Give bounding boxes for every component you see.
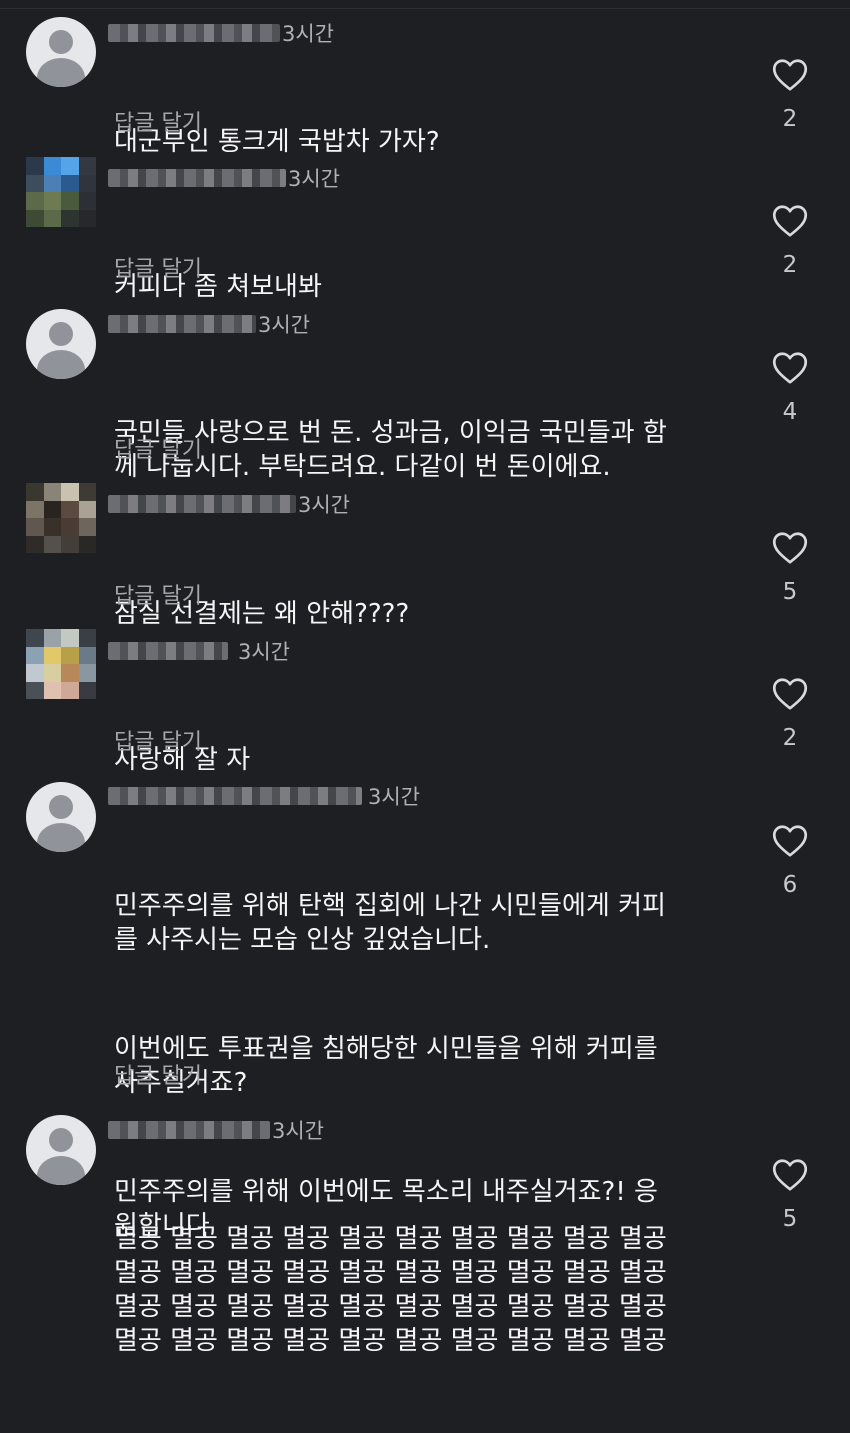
heart-outline-icon[interactable]: [772, 677, 808, 711]
heart-outline-icon[interactable]: [772, 824, 808, 858]
avatar[interactable]: [26, 483, 96, 553]
like-count: 2: [782, 725, 798, 751]
username-redacted[interactable]: [108, 495, 296, 513]
username-redacted[interactable]: [108, 642, 228, 660]
avatar[interactable]: [26, 17, 96, 87]
reply-button[interactable]: 답글 달기: [114, 251, 202, 283]
like-control[interactable]: 2: [770, 677, 810, 751]
person-icon: [49, 1128, 73, 1152]
comment-text: 멸공 멸공 멸공 멸공 멸공 멸공 멸공 멸공 멸공 멸공 멸공 멸공 멸공 멸…: [114, 1224, 667, 1356]
heart-outline-icon[interactable]: [772, 351, 808, 385]
comment-meta: 3시간: [108, 20, 334, 46]
avatar[interactable]: [26, 157, 96, 227]
like-control[interactable]: 5: [770, 1158, 810, 1232]
like-control[interactable]: 4: [770, 351, 810, 425]
username-redacted[interactable]: [108, 1121, 270, 1139]
avatar[interactable]: [26, 1115, 96, 1185]
timestamp: 3시간: [258, 313, 311, 337]
avatar[interactable]: [26, 309, 96, 379]
comment-meta: 3시간: [108, 638, 290, 664]
like-control[interactable]: 5: [770, 531, 810, 605]
comment-meta: 3시간: [108, 165, 340, 191]
person-icon: [49, 322, 73, 346]
like-count: 2: [782, 252, 798, 278]
comment-meta: 3시간: [108, 1117, 324, 1143]
like-count: 2: [782, 106, 798, 132]
top-divider: [0, 8, 850, 9]
avatar[interactable]: [26, 629, 96, 699]
reply-button[interactable]: 답글 달기: [114, 432, 202, 464]
person-icon: [49, 30, 73, 54]
username-redacted[interactable]: [108, 787, 362, 805]
reply-button[interactable]: 답글 달기: [114, 724, 202, 756]
like-control[interactable]: 6: [770, 824, 810, 898]
comment-text: 국민들 사랑으로 번 돈. 성과금, 이익금 국민들과 함 께 나눕시다. 부탁…: [114, 418, 667, 482]
username-redacted[interactable]: [108, 24, 280, 42]
heart-outline-icon[interactable]: [772, 58, 808, 92]
timestamp: 3시간: [282, 22, 335, 46]
like-count: 5: [782, 579, 798, 605]
heart-outline-icon[interactable]: [772, 204, 808, 238]
reply-button[interactable]: 답글 달기: [114, 578, 202, 610]
reply-button[interactable]: 답글 달기: [114, 105, 202, 137]
timestamp: 3시간: [368, 785, 421, 809]
comment-meta: 3시간: [108, 311, 310, 337]
heart-outline-icon[interactable]: [772, 1158, 808, 1192]
username-redacted[interactable]: [108, 315, 256, 333]
username-redacted[interactable]: [108, 169, 286, 187]
like-count: 4: [782, 399, 798, 425]
like-control[interactable]: 2: [770, 58, 810, 132]
heart-outline-icon[interactable]: [772, 531, 808, 565]
timestamp: 3시간: [238, 640, 291, 664]
timestamp: 3시간: [272, 1119, 325, 1143]
comment-meta: 3시간: [108, 783, 420, 809]
timestamp: 3시간: [288, 167, 341, 191]
avatar[interactable]: [26, 782, 96, 852]
like-count: 5: [782, 1206, 798, 1232]
comment-meta: 3시간: [108, 491, 350, 517]
like-control[interactable]: 2: [770, 204, 810, 278]
person-icon: [49, 795, 73, 819]
timestamp: 3시간: [298, 493, 351, 517]
like-count: 6: [782, 872, 798, 898]
reply-button[interactable]: 답글 달기: [114, 1058, 202, 1090]
